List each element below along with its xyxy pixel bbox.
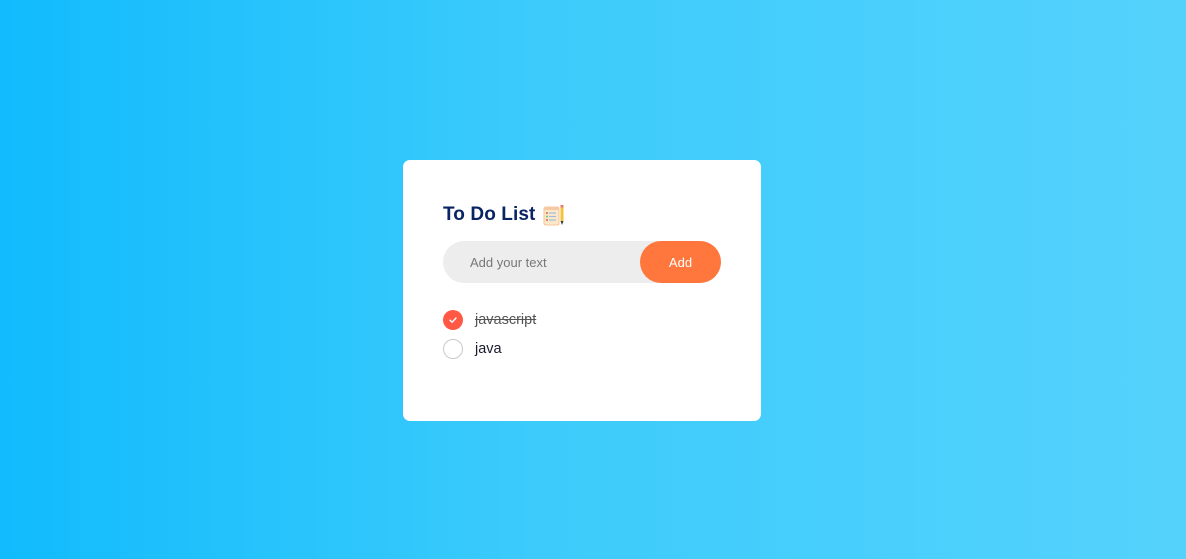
list-item[interactable]: javascript: [443, 305, 721, 334]
notepad-icon: [543, 204, 565, 226]
task-label: javascript: [475, 311, 537, 328]
task-input[interactable]: [443, 241, 643, 283]
add-task-form: Add: [443, 241, 721, 283]
unchecked-icon[interactable]: [443, 338, 463, 359]
checked-icon[interactable]: [443, 309, 463, 330]
list-item[interactable]: java: [443, 334, 721, 363]
page-title: To Do List: [443, 204, 536, 225]
task-label: java: [475, 340, 502, 357]
task-list: javascript java: [443, 305, 721, 363]
todo-card: To Do List Add your text Add javascript …: [403, 160, 761, 421]
add-button[interactable]: Add: [640, 241, 721, 283]
header: To Do List: [443, 202, 721, 228]
